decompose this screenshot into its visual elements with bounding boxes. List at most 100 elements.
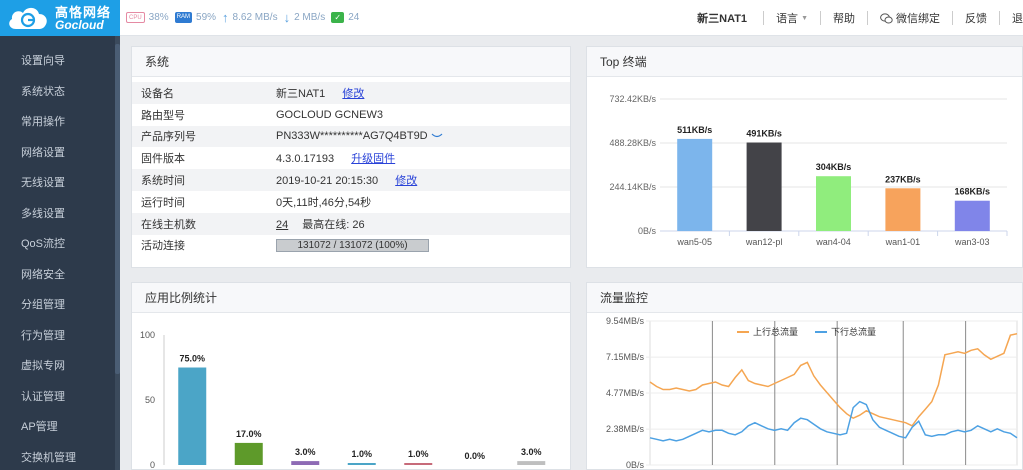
bar-value-label: 3.0% [295,447,316,457]
sidebar-item-group-management[interactable]: 分组管理 [0,290,120,321]
upgrade-firmware-link[interactable]: 升级固件 [351,153,395,165]
row-label: 产品序列号 [132,125,276,148]
bar-value-label: 1.0% [351,449,372,459]
bar-value-label: 237KB/s [885,174,921,184]
bar [404,463,433,465]
x-tick-label: wan12-pl [745,237,783,247]
progress-text: 131072 / 131072 (100%) [297,239,408,251]
download-stat: ↓ 2 MB/s [284,10,326,25]
bar [347,463,376,465]
y-tick-label: 488.28KB/s [609,138,656,148]
sidebar-item-vpn[interactable]: 虚拟专网 [0,351,120,382]
eye-closed-icon[interactable] [431,133,443,139]
table-row: 系统时间 2019-10-21 20:15:30 修改 [132,169,570,191]
sidebar-item-auth-management[interactable]: 认证管理 [0,382,120,413]
sidebar-item-behavior-management[interactable]: 行为管理 [0,321,120,352]
legend-label: 上行总流量 [753,326,798,337]
traffic-monitor-panel: 流量监控 0B/s 2.38MB/s 4.77MB/s 7.15MB/s 9.54MB/… [586,282,1023,470]
bar [954,200,990,231]
system-panel-title: 系统 [132,47,570,77]
bar-value-label: 17.0% [236,429,262,439]
y-tick-label: 4.77MB/s [606,388,645,398]
uptime-value: 0天,11时,46分,54秒 [276,196,372,209]
top-terminals-chart: 0B/s 244.14KB/s 488.28KB/s 732.42KB/s 511KB/… [609,94,1008,247]
app-stats-title: 应用比例统计 [132,283,570,313]
system-panel: 系统 设备名 新三NAT1 修改 路由型号 GOCLOUD GCNEW3 产品序… [131,46,571,268]
table-row: 固件版本 4.3.0.17193 升级固件 [132,147,570,169]
sidebar-item-network-settings[interactable]: 网络设置 [0,138,120,169]
download-value: 2 MB/s [294,12,326,23]
device-name: 新三NAT1 [697,13,748,25]
model-value: GOCLOUD GCNEW3 [276,108,383,121]
help-link[interactable]: 帮助 [821,10,867,26]
bar [816,176,851,231]
row-value: 131072 / 131072 (100%) [276,235,570,257]
sidebar-item-ap-management[interactable]: AP管理 [0,412,120,443]
y-tick-label: 100 [140,330,155,340]
sidebar-item-multiline-settings[interactable]: 多线设置 [0,199,120,230]
y-tick-label: 244.14KB/s [609,182,656,192]
upload-stat: ↑ 8.62 MB/s [222,10,278,25]
online-hosts-link[interactable]: 24 [276,219,288,231]
feedback-link[interactable]: 反馈 [953,10,999,26]
edit-device-name-link[interactable]: 修改 [342,88,364,100]
y-tick-label: 732.42KB/s [609,94,656,104]
bar [677,138,713,231]
row-label: 在线主机数 [132,212,276,235]
active-connections-progress: 131072 / 131072 (100%) [276,238,429,252]
sidebar-item-qos[interactable]: QoS流控 [0,229,120,260]
top-terminals-panel: Top 终端 0B/s 244.14KB/s 488.28KB/s 732.42KB/… [586,46,1023,268]
language-menu[interactable]: 语言 ▼ [764,10,820,26]
y-tick-label: 7.15MB/s [606,352,645,362]
cpu-stat: CPU 38% [126,12,169,23]
system-time-value: 2019-10-21 20:15:30 [276,175,379,188]
system-info-table: 设备名 新三NAT1 修改 路由型号 GOCLOUD GCNEW3 产品序列号 … [132,82,570,256]
sidebar-scrollbar-thumb[interactable] [115,44,120,374]
ram-stat: RAM 59% [174,12,216,23]
table-row: 运行时间 0天,11时,46分,54秒 [132,191,570,213]
cloud-logo-icon [9,7,47,29]
x-tick-label: wan3-03 [954,237,990,247]
bar [291,461,320,465]
wechat-bind-label: 微信绑定 [896,13,940,25]
sidebar-item-setup-wizard[interactable]: 设置向导 [0,46,120,77]
y-tick-label: 9.54MB/s [606,316,645,326]
cpu-value: 38% [148,12,169,23]
edit-time-link[interactable]: 修改 [395,175,417,187]
sidebar-item-network-security[interactable]: 网络安全 [0,260,120,291]
logo[interactable]: 高恪网络 Gocloud [0,0,120,36]
online-value: 24 [348,12,360,23]
bar [517,461,546,465]
x-tick-label: wan4-04 [815,237,851,247]
top-terminals-title: Top 终端 [587,47,1022,77]
bar-value-label: 491KB/s [746,129,782,139]
firmware-value: 4.3.0.17193 [276,153,335,166]
x-tick-label: wan5-05 [676,237,712,247]
logout-link[interactable]: 退 [1000,10,1023,26]
bar-value-label: 3.0% [521,447,542,457]
arrow-down-icon: ↓ [283,10,291,25]
row-value: 新三NAT1 修改 [276,82,570,104]
bar [178,367,207,465]
top-right-menu: 新三NAT1 语言 ▼ 帮助 微信绑定 反馈 退 [697,0,1023,36]
row-label: 路由型号 [141,109,185,122]
bar-value-label: 168KB/s [955,187,991,197]
sidebar-item-switch-management[interactable]: 交换机管理 [0,443,120,470]
caret-down-icon: ▼ [801,14,808,22]
language-label: 语言 [776,13,799,25]
sidebar-item-system-status[interactable]: 系统状态 [0,77,120,108]
sidebar-item-wireless-settings[interactable]: 无线设置 [0,168,120,199]
wechat-bind-link[interactable]: 微信绑定 [868,10,952,26]
y-tick-label: 0B/s [626,460,645,469]
upload-value: 8.62 MB/s [232,12,278,23]
sidebar-item-common-ops[interactable]: 常用操作 [0,107,120,138]
x-tick-label: wan1-01 [885,237,921,247]
wechat-icon [880,12,893,23]
app-stats-chart: 0 50 100 75.0% 17.0% 3.0% 1.0% 1.0% 0.0% 3.0% [140,330,546,470]
sidebar: 高恪网络 Gocloud 设置向导 系统状态 常用操作 网络设置 无线设置 多线… [0,0,120,470]
y-tick-label: 0B/s [638,226,657,236]
arrow-up-icon: ↑ [222,10,229,25]
row-label: 运行时间 [141,196,185,209]
bar-value-label: 511KB/s [677,125,712,135]
top-bar: CPU 38% RAM 59% ↑ 8.62 MB/s ↓ 2 MB/s ✓ 2… [120,0,1023,36]
